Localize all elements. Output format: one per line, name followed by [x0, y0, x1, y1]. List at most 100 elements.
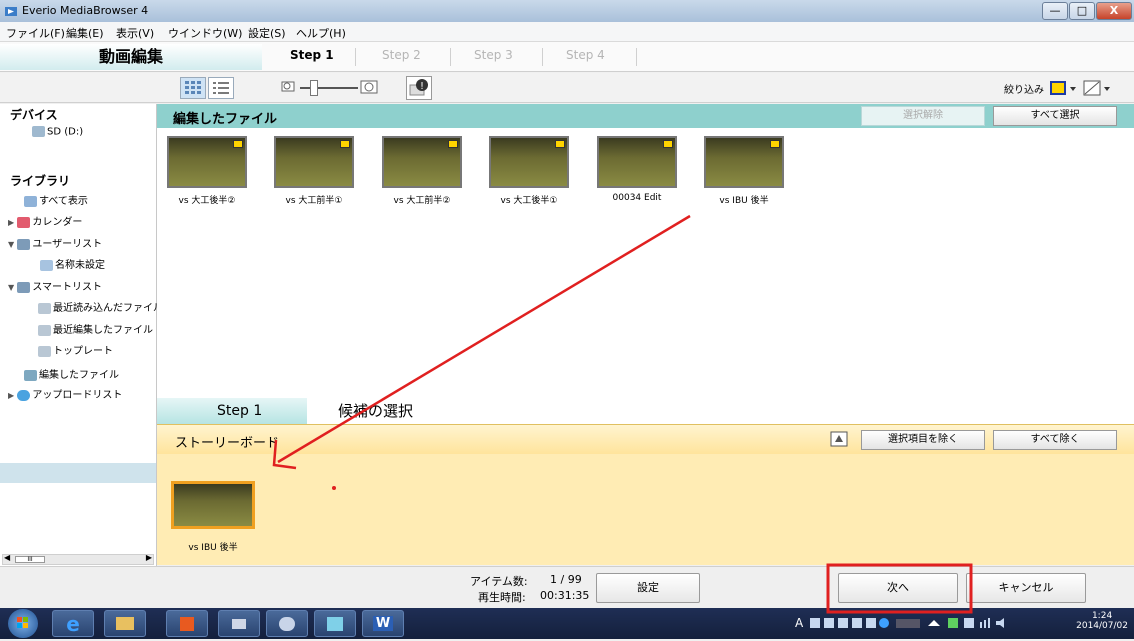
alert-icon: ! — [409, 79, 428, 96]
tool-icon — [232, 619, 246, 629]
video-thumbnail[interactable] — [382, 136, 462, 188]
sidebar-item-user-list[interactable]: ▼ ユーザーリスト — [8, 235, 102, 250]
zoom-out-icon[interactable] — [280, 79, 298, 95]
info-button[interactable]: ! — [406, 76, 432, 100]
sidebar-item-edited-files[interactable]: 編集したファイル — [24, 366, 119, 381]
sidebar-item-top-rated[interactable]: トップレート — [38, 342, 113, 357]
step-divider — [636, 48, 637, 66]
ie-icon: e — [66, 612, 80, 636]
step-title: 候補の選択 — [338, 402, 414, 420]
upload-globe-icon — [17, 389, 31, 401]
video-thumbnail[interactable] — [704, 136, 784, 188]
step-divider — [450, 48, 451, 66]
collapse-arrow-icon[interactable]: ▼ — [8, 283, 14, 292]
list-icon — [40, 259, 53, 271]
sidebar-scrollbar[interactable]: ◀ III ▶ — [2, 553, 154, 565]
sidebar-item-label: 最近読み込んだファイル — [53, 303, 163, 314]
color-filter-button[interactable] — [1048, 77, 1078, 99]
clock-time: 1:24 — [1091, 611, 1113, 621]
step-1-tab[interactable]: Step 1 — [290, 48, 334, 62]
taskbar-word[interactable]: W — [362, 610, 404, 637]
media-player-icon — [180, 617, 194, 631]
menu-window[interactable]: ウインドウ(W) — [168, 25, 242, 41]
sidebar-item-recent-edited[interactable]: 最近編集したファイル — [38, 321, 153, 336]
language-indicator[interactable]: A — [795, 616, 803, 630]
files-area: vs 大工後半② vs 大工前半① vs 大工前半② vs 大工後半① 0003… — [157, 128, 1134, 398]
folder-icon — [17, 281, 31, 293]
storyboard-clip[interactable] — [171, 481, 255, 529]
sidebar-item-upload-list[interactable]: ▶ アップロードリスト — [8, 386, 122, 401]
storyboard-tool-icon[interactable] — [829, 430, 849, 448]
menu-view[interactable]: 表示(V) — [116, 25, 154, 41]
next-button[interactable]: 次へ — [838, 573, 958, 603]
mode-label: 動画編集 — [0, 44, 262, 70]
smart-list-icon — [38, 324, 51, 336]
maximize-button[interactable]: □ — [1069, 2, 1095, 20]
grid-view-button[interactable] — [180, 77, 206, 99]
system-tray-icons[interactable] — [808, 616, 1008, 630]
sidebar-item-label: スマートリスト — [32, 282, 103, 293]
sidebar-item-untitled[interactable]: 名称未設定 — [40, 256, 105, 271]
taskbar-mediabrowser[interactable] — [314, 610, 356, 637]
remove-all-button[interactable]: すべて除く — [993, 430, 1117, 450]
deselect-button[interactable]: 選択解除 — [861, 106, 985, 126]
taskbar-explorer[interactable] — [104, 610, 146, 637]
sidebar-item-calendar[interactable]: ▶ カレンダー — [8, 213, 82, 228]
remove-selected-button[interactable]: 選択項目を除く — [861, 430, 985, 450]
expand-arrow-icon[interactable]: ▶ — [8, 391, 14, 400]
taskbar-paint[interactable] — [266, 610, 308, 637]
collapse-arrow-icon[interactable]: ▼ — [8, 240, 14, 249]
video-thumbnail[interactable] — [597, 136, 677, 188]
cancel-button[interactable]: キャンセル — [966, 573, 1086, 603]
word-icon: W — [372, 616, 394, 631]
scroll-right-icon[interactable]: ▶ — [146, 553, 152, 562]
sidebar: デバイス SD (D:) ライブラリ すべて表示 ▶ カレンダー ▼ ユーザーリ… — [0, 104, 163, 566]
taskbar-app[interactable] — [218, 610, 260, 637]
step-2-tab[interactable]: Step 2 — [382, 48, 421, 62]
menu-file[interactable]: ファイル(F) — [6, 25, 65, 41]
tray-icons — [810, 618, 1004, 628]
step-4-tab[interactable]: Step 4 — [566, 48, 605, 62]
menu-help[interactable]: ヘルプ(H) — [296, 25, 346, 41]
zoom-slider-track[interactable] — [300, 87, 358, 89]
smart-list-icon — [38, 345, 51, 357]
step-3-tab[interactable]: Step 3 — [474, 48, 513, 62]
zoom-in-icon[interactable] — [360, 79, 380, 95]
sidebar-item-recent-imported[interactable]: 最近読み込んだファイル — [38, 299, 163, 314]
sd-card-icon — [32, 126, 45, 137]
video-thumbnail[interactable] — [274, 136, 354, 188]
expand-arrow-icon[interactable]: ▶ — [8, 218, 14, 227]
taskbar-ie[interactable]: e — [52, 610, 94, 637]
app-icon — [4, 4, 18, 18]
start-button[interactable] — [8, 609, 38, 638]
step-bar: 動画編集 Step 1 Step 2 Step 3 Step 4 — [0, 42, 1134, 72]
video-thumbnail[interactable] — [489, 136, 569, 188]
sidebar-item-sd[interactable]: SD (D:) — [32, 126, 83, 138]
sidebar-selection-highlight — [0, 463, 156, 483]
select-all-button[interactable]: すべて選択 — [993, 106, 1117, 126]
duration-label: 再生時間: — [478, 591, 526, 604]
list-view-button[interactable] — [208, 77, 234, 99]
color-label-icon — [1050, 81, 1076, 95]
menu-settings[interactable]: 設定(S) — [248, 25, 286, 41]
storyboard-area: vs IBU 後半 — [157, 454, 1134, 565]
video-thumbnail[interactable] — [167, 136, 247, 188]
zoom-slider-thumb[interactable] — [310, 80, 318, 96]
clock[interactable]: 1:24 2014/07/02 — [1076, 611, 1128, 631]
scroll-thumb[interactable]: III — [15, 556, 45, 563]
scroll-left-icon[interactable]: ◀ — [4, 553, 10, 562]
item-count-label: アイテム数: — [470, 575, 528, 588]
minimize-button[interactable]: — — [1042, 2, 1068, 20]
sidebar-item-smart-list[interactable]: ▼ スマートリスト — [8, 278, 102, 293]
step-1-label-tab: Step 1 — [157, 398, 307, 424]
sidebar-item-show-all[interactable]: すべて表示 — [24, 192, 88, 207]
label-filter-button[interactable] — [1082, 77, 1112, 99]
menu-edit[interactable]: 編集(E) — [66, 25, 104, 41]
calendar-icon — [17, 216, 31, 228]
sidebar-item-label: 名称未設定 — [55, 260, 105, 271]
settings-button[interactable]: 設定 — [596, 573, 700, 603]
storyboard-header: ストーリーボード 選択項目を除く すべて除く — [157, 424, 1134, 454]
close-button[interactable]: X — [1096, 2, 1132, 20]
sidebar-item-label: すべて表示 — [39, 196, 88, 207]
taskbar-media[interactable] — [166, 610, 208, 637]
